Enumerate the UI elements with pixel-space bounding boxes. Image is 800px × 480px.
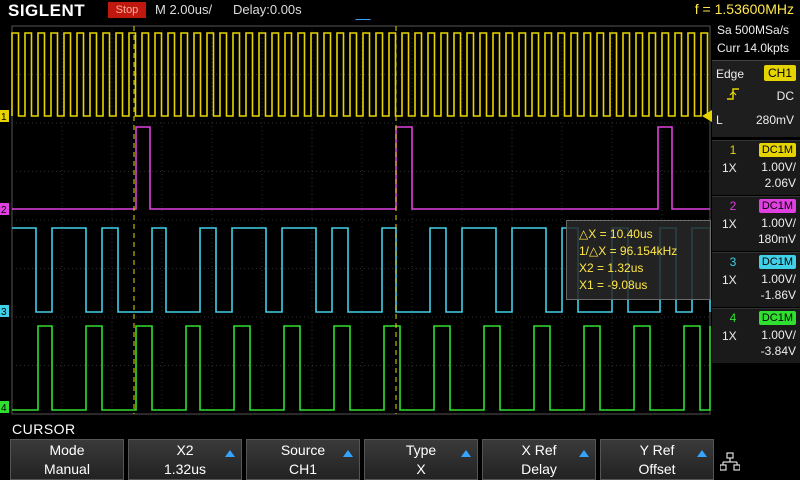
- softkey-bar: Mode Manual X2 1.32us Source CH1 Type X …: [10, 439, 800, 480]
- x2-readout: X2 = 1.32us: [579, 261, 644, 275]
- inverse-delta-x-readout: 1/△X = 96.154kHz: [579, 244, 678, 258]
- adjust-arrow-icon: [579, 450, 589, 457]
- channel-coupling: DC1M: [758, 255, 796, 269]
- trigger-level: 280mV: [755, 113, 794, 127]
- svg-text:4: 4: [1, 403, 7, 414]
- channel-offset: 180mV: [757, 232, 796, 246]
- channel-offset: -3.84V: [760, 344, 796, 358]
- ch2-marker: 2: [0, 203, 9, 216]
- channel-1-box[interactable]: 1 DC1M 1X 1.00V/ 2.06V: [712, 140, 800, 195]
- channel-offset: 2.06V: [764, 176, 796, 190]
- channel-scale: 1.00V/: [761, 216, 796, 230]
- adjust-arrow-icon: [343, 450, 353, 457]
- channel-4-box[interactable]: 4 DC1M 1X 1.00V/ -3.84V: [712, 308, 800, 363]
- softkey-value: Offset: [638, 461, 676, 477]
- trigger-coupling: DC: [776, 89, 794, 103]
- status-bar: SIGLENT Stop M 2.00us/ Delay:0.00s f = 1…: [0, 0, 800, 20]
- channel-offset: -1.86V: [760, 288, 796, 302]
- channel-number: 2: [729, 199, 737, 213]
- channel-scale: 1.00V/: [761, 272, 796, 286]
- channel-probe: 1X: [722, 161, 737, 175]
- channel-probe: 1X: [722, 329, 737, 343]
- softkey-y-ref[interactable]: Y Ref Offset: [600, 439, 714, 480]
- adjust-arrow-icon: [697, 450, 707, 457]
- channel-number: 4: [729, 311, 737, 325]
- ch3-marker: 3: [0, 305, 9, 318]
- channel-scale: 1.00V/: [761, 160, 796, 174]
- softkey-value: CH1: [288, 461, 317, 477]
- timebase-readout: M 2.00us/: [155, 2, 213, 17]
- trigger-source: CH1: [763, 65, 796, 81]
- softkey-value: Delay: [521, 461, 557, 477]
- svg-text:3: 3: [1, 307, 7, 318]
- channel-coupling: DC1M: [758, 199, 796, 213]
- channel-scale: 1.00V/: [761, 328, 796, 342]
- brand-logo: SIGLENT: [8, 1, 86, 20]
- trigger-level-label: L: [716, 113, 723, 127]
- softkey-source[interactable]: Source CH1: [246, 439, 360, 480]
- softkey-x-ref[interactable]: X Ref Delay: [482, 439, 596, 480]
- rising-edge-icon: [726, 87, 740, 104]
- channel-coupling: DC1M: [758, 311, 796, 325]
- svg-text:1: 1: [1, 112, 7, 123]
- softkey-label: Mode: [49, 442, 85, 458]
- channel-coupling: DC1M: [758, 143, 796, 157]
- x1-readout: X1 = -9.08us: [579, 278, 648, 292]
- run-stop-badge[interactable]: Stop: [108, 2, 146, 18]
- channel-3-box[interactable]: 3 DC1M 1X 1.00V/ -1.86V: [712, 252, 800, 307]
- menu-title: CURSOR: [12, 421, 76, 437]
- softkey-type[interactable]: Type X: [364, 439, 478, 480]
- svg-text:2: 2: [1, 205, 7, 216]
- network-icon: [719, 452, 741, 477]
- trigger-type: Edge: [716, 67, 745, 81]
- softkey-value: Manual: [44, 461, 90, 477]
- frequency-readout: f = 1.53600MHz: [694, 1, 794, 17]
- channel-probe: 1X: [722, 273, 737, 287]
- adjust-arrow-icon: [225, 450, 235, 457]
- cursor-readout-panel: △X = 10.40us 1/△X = 96.154kHz X2 = 1.32u…: [566, 220, 711, 300]
- ch1-marker: 1: [0, 110, 9, 123]
- softkey-mode[interactable]: Mode Manual: [10, 439, 124, 480]
- delay-readout: Delay:0.00s: [233, 2, 302, 17]
- channel-number: 1: [729, 143, 737, 157]
- trigger-panel[interactable]: Edge CH1 DC L 280mV: [712, 60, 800, 137]
- channel-2-box[interactable]: 2 DC1M 1X 1.00V/ 180mV: [712, 196, 800, 251]
- adjust-arrow-icon: [461, 450, 471, 457]
- memory-depth: Curr 14.0kpts: [717, 41, 790, 55]
- delta-x-readout: △X = 10.40us: [579, 227, 653, 241]
- channel-probe: 1X: [722, 217, 737, 231]
- softkey-x2[interactable]: X2 1.32us: [128, 439, 242, 480]
- channel-number: 3: [729, 255, 737, 269]
- softkey-value: X: [416, 461, 426, 477]
- ch4-marker: 4: [0, 401, 9, 414]
- sample-rate: Sa 500MSa/s: [717, 23, 790, 37]
- softkey-value: 1.32us: [163, 461, 207, 477]
